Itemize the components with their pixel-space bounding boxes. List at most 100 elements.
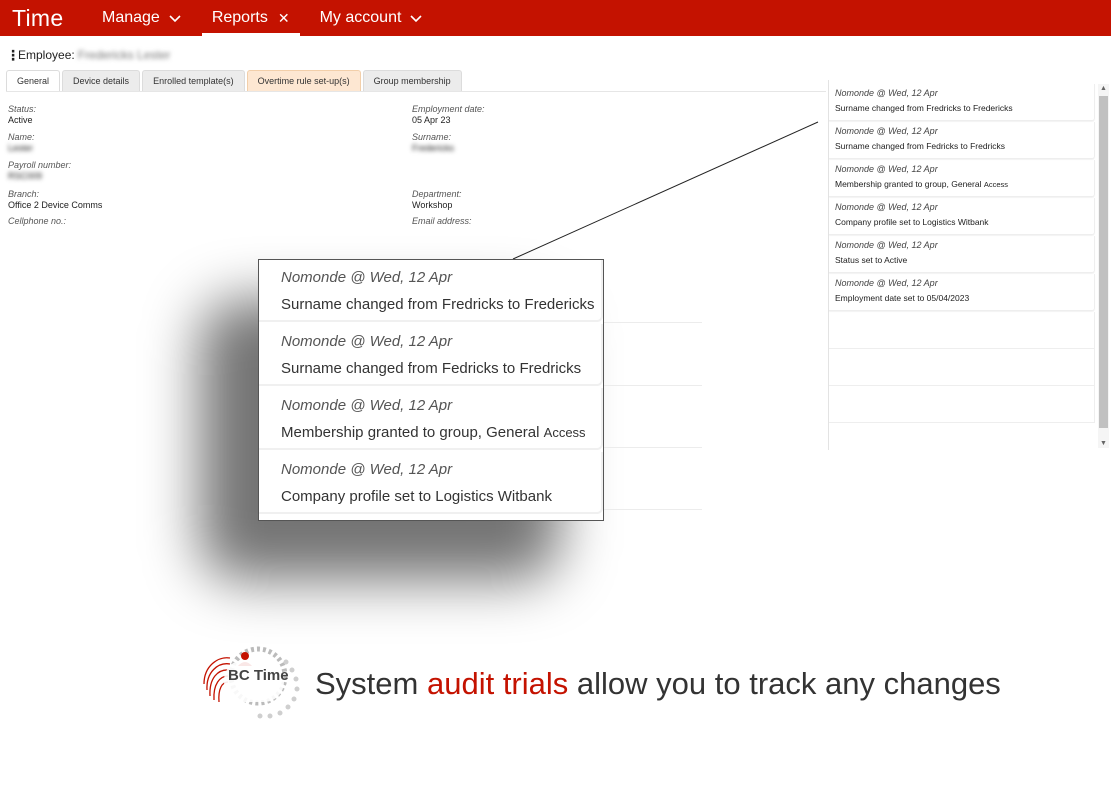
audit-entry: Nomonde @ Wed, 12 Apr Membership granted… bbox=[829, 160, 1095, 197]
name-value: Lester bbox=[8, 143, 34, 153]
top-nav-bar: Time Manage Reports ✕ My account bbox=[0, 0, 1111, 36]
slogan-pre: System bbox=[315, 666, 419, 701]
cellphone-label: Cellphone no.: bbox=[8, 216, 67, 226]
audit-entry-extra: Access bbox=[983, 180, 1009, 189]
audit-empty-row bbox=[829, 386, 1095, 423]
zoom-audit-main: Membership granted to group, General bbox=[281, 424, 540, 441]
name-field: Name: Lester bbox=[8, 132, 35, 153]
department-field: Department: Workshop bbox=[412, 189, 462, 210]
audit-empty-row bbox=[829, 312, 1095, 349]
audit-entry-text: Membership granted to group, General Acc… bbox=[835, 179, 1094, 189]
audit-entry-author: Nomonde @ Wed, 12 Apr bbox=[835, 126, 938, 136]
zoom-audit-text: Company profile set to Logistics Witbank bbox=[281, 488, 552, 505]
audit-entry-author: Nomonde @ Wed, 12 Apr bbox=[835, 278, 938, 288]
callout-ghost-line bbox=[602, 509, 702, 510]
employee-header: ⋮ Employee: Fredericks Lester bbox=[6, 48, 170, 62]
audit-empty-row bbox=[829, 349, 1095, 386]
cellphone-field: Cellphone no.: bbox=[8, 216, 66, 226]
zoom-audit-text: Membership granted to group, General Acc… bbox=[281, 424, 601, 441]
callout-ghost-line bbox=[602, 447, 702, 448]
nav-reports-label: Reports bbox=[211, 9, 268, 26]
app-title[interactable]: Time bbox=[0, 5, 82, 32]
audit-scrollbar[interactable]: ▲ ▼ bbox=[1098, 84, 1109, 448]
tab-general[interactable]: General bbox=[6, 70, 61, 92]
slogan-post: allow you to track any changes bbox=[576, 666, 1001, 701]
scroll-down-arrow-icon[interactable]: ▼ bbox=[1100, 440, 1107, 447]
employee-name: Fredericks Lester bbox=[77, 48, 171, 62]
bc-time-logo: BC Time bbox=[203, 646, 300, 719]
zoom-audit-entry: Nomonde @ Wed, 12 Apr Membership granted… bbox=[259, 388, 603, 450]
zoom-audit-author: Nomonde @ Wed, 12 Apr bbox=[281, 397, 453, 414]
audit-entry-author: Nomonde @ Wed, 12 Apr bbox=[835, 88, 938, 98]
close-icon[interactable]: ✕ bbox=[278, 10, 290, 27]
status-field: Status: Active bbox=[8, 104, 36, 125]
chevron-down-icon bbox=[169, 15, 181, 23]
branch-field: Branch: Office 2 Device Comms bbox=[8, 189, 102, 210]
employment-date-label: Employment date: bbox=[412, 104, 485, 114]
email-label: Email address: bbox=[412, 216, 472, 226]
tabs-divider bbox=[6, 91, 826, 92]
nav-reports[interactable]: Reports ✕ bbox=[201, 0, 300, 36]
audit-entry-author: Nomonde @ Wed, 12 Apr bbox=[835, 164, 938, 174]
email-field: Email address: bbox=[412, 216, 472, 226]
zoom-audit-author: Nomonde @ Wed, 12 Apr bbox=[281, 461, 453, 478]
surname-label: Surname: bbox=[412, 132, 452, 142]
branch-label: Branch: bbox=[8, 189, 40, 199]
department-label: Department: bbox=[412, 189, 462, 199]
audit-entry: Nomonde @ Wed, 12 Apr Surname changed fr… bbox=[829, 84, 1095, 121]
scroll-up-arrow-icon[interactable]: ▲ bbox=[1100, 85, 1107, 92]
zoom-audit-extra: Access bbox=[543, 425, 586, 440]
nav-manage[interactable]: Manage bbox=[92, 0, 192, 36]
status-value: Active bbox=[8, 115, 33, 125]
audit-list: Nomonde @ Wed, 12 Apr Surname changed fr… bbox=[829, 84, 1095, 423]
zoom-audit-entry: Nomonde @ Wed, 12 Apr Surname changed fr… bbox=[259, 260, 603, 322]
tab-overtime-rules[interactable]: Overtime rule set-up(s) bbox=[246, 70, 361, 92]
tab-bar: General Device details Enrolled template… bbox=[6, 70, 464, 92]
audit-entry-author: Nomonde @ Wed, 12 Apr bbox=[835, 240, 938, 250]
branch-value: Office 2 Device Comms bbox=[8, 200, 103, 210]
slogan-accent: audit trials bbox=[426, 666, 569, 701]
kebab-menu-icon[interactable]: ⋮ bbox=[6, 48, 20, 62]
zoom-audit-author: Nomonde @ Wed, 12 Apr bbox=[281, 269, 453, 286]
audit-entry-text: Employment date set to 05/04/2023 bbox=[835, 293, 970, 303]
employment-date-value: 05 Apr 23 bbox=[412, 115, 451, 125]
audit-entry-text: Company profile set to Logistics Witbank bbox=[835, 217, 989, 227]
nav-manage-label: Manage bbox=[102, 9, 160, 26]
audit-entry: Nomonde @ Wed, 12 Apr Company profile se… bbox=[829, 198, 1095, 235]
zoom-audit-entry: Nomonde @ Wed, 12 Apr Company profile se… bbox=[259, 452, 603, 514]
employment-date-field: Employment date: 05 Apr 23 bbox=[412, 104, 485, 125]
audit-trail-panel: Nomonde @ Wed, 12 Apr Surname changed fr… bbox=[828, 80, 1111, 450]
surname-value: Fredericks bbox=[412, 143, 455, 153]
nav-my-account-label: My account bbox=[319, 9, 402, 26]
payroll-label: Payroll number: bbox=[8, 160, 72, 170]
audit-zoom-callout: Nomonde @ Wed, 12 Apr Surname changed fr… bbox=[258, 259, 604, 521]
nav-my-account[interactable]: My account bbox=[310, 0, 434, 36]
name-label: Name: bbox=[8, 132, 35, 142]
department-value: Workshop bbox=[412, 200, 453, 210]
tab-group-membership[interactable]: Group membership bbox=[362, 70, 462, 92]
callout-ghost-line bbox=[602, 385, 702, 386]
chevron-down-icon bbox=[410, 15, 422, 23]
audit-entry-main: Membership granted to group, General bbox=[835, 179, 982, 189]
tab-enrolled-templates[interactable]: Enrolled template(s) bbox=[142, 70, 245, 92]
audit-entry-text: Status set to Active bbox=[835, 255, 908, 265]
tab-device-details[interactable]: Device details bbox=[62, 70, 141, 92]
payroll-value: RSC009 bbox=[8, 171, 43, 181]
status-label: Status: bbox=[8, 104, 37, 114]
audit-entry: Nomonde @ Wed, 12 Apr Surname changed fr… bbox=[829, 122, 1095, 159]
surname-field: Surname: Fredericks bbox=[412, 132, 454, 153]
zoom-audit-entry: Nomonde @ Wed, 12 Apr Surname changed fr… bbox=[259, 324, 603, 386]
zoom-audit-text: Surname changed from Fedricks to Fredric… bbox=[281, 360, 582, 377]
callout-ghost-line bbox=[602, 322, 702, 323]
audit-entry: Nomonde @ Wed, 12 Apr Employment date se… bbox=[829, 274, 1095, 311]
scroll-thumb[interactable] bbox=[1099, 96, 1108, 428]
audit-entry-author: Nomonde @ Wed, 12 Apr bbox=[835, 202, 938, 212]
slogan: System audit trials allow you to track a… bbox=[315, 666, 1001, 702]
audit-entry-text: Surname changed from Fedricks to Fredric… bbox=[835, 141, 1006, 151]
zoom-audit-text: Surname changed from Fredricks to Freder… bbox=[281, 296, 595, 313]
employee-label: Employee: bbox=[18, 48, 75, 62]
payroll-field: Payroll number: RSC009 bbox=[8, 160, 71, 181]
audit-entry: Nomonde @ Wed, 12 Apr Status set to Acti… bbox=[829, 236, 1095, 273]
zoom-audit-author: Nomonde @ Wed, 12 Apr bbox=[281, 333, 453, 350]
audit-entry-text: Surname changed from Fredricks to Freder… bbox=[835, 103, 1013, 113]
